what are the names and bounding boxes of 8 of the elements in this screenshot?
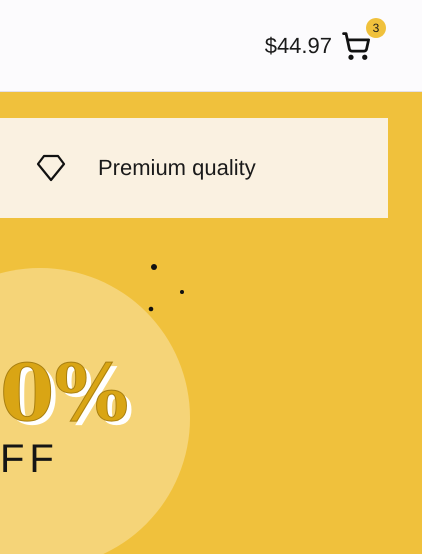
feature-label: Premium quality (98, 155, 256, 181)
discount-text: 0% (0, 354, 130, 432)
cart-button[interactable]: 3 (340, 18, 386, 62)
diamond-icon (36, 154, 66, 182)
discount-suffix: FF (0, 436, 60, 482)
cart-icon (341, 30, 371, 60)
cart-total: $44.97 (264, 32, 332, 58)
cart-count: 3 (366, 18, 386, 38)
